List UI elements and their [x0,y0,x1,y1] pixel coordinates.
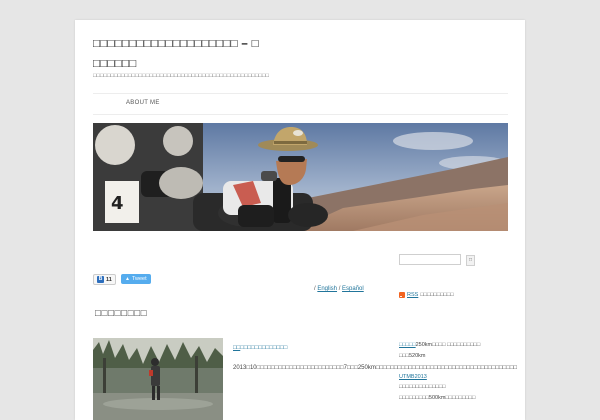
recent-post-rest: □□□□□□□□□□□□□□ [399,384,446,390]
recent-post-item[interactable]: UTMB2013 [399,374,427,380]
recent-post-item[interactable]: □□□□□250km□□□□ □□□□□□□□□□ [399,342,480,348]
hatena-count: 11 [106,276,112,283]
recent-post-prefix: □□□□□ [399,342,416,348]
site-description: □□□□□□□□□□□□□□□□□□□□□□□□□□□□□□□□□□□□□□□□… [93,73,270,79]
tweet-button[interactable]: ▲ Tweet [121,274,151,284]
language-switcher: / English / Español [314,286,364,292]
hatena-bookmark-button[interactable]: B 11 [93,274,116,285]
svg-text:4: 4 [111,193,124,214]
recent-post-item[interactable]: □□□□□□□□□□□□□□ [399,384,446,390]
rss-rest: □□□□□□□□□□ [420,292,454,298]
search-button[interactable]: □ [466,255,475,266]
search-input[interactable] [399,254,461,265]
site-title[interactable]: □□□□□□□□□□□□□□□□□□□□ – □ □□□□□□ [93,34,263,74]
tweet-label: Tweet [131,276,147,282]
recent-post-rest: 250km□□□□ □□□□□□□□□□ [415,342,481,348]
recent-post-item[interactable]: □□□520km [399,353,425,359]
lang-separator: / [338,286,341,292]
section-title: □□□□□□□□ [95,308,148,319]
nav-item-about-me[interactable]: ABOUT ME [126,100,160,106]
post-title-rest: □□□□□□□□□□□□□ [240,345,288,351]
recent-post-rest: □□□520km [399,353,426,359]
post-excerpt: 2013□10□□□□□□□□□□□□□□□□□□□□□□□□7□□□250km… [233,365,518,371]
lang-english-link[interactable]: English [317,286,337,292]
lang-separator: / [314,286,316,292]
post-thumbnail[interactable] [93,338,223,420]
main-navigation: ABOUT ME [93,93,508,115]
rss-subscribe-link[interactable]: RSS □□□□□□□□□□ [399,292,454,298]
rss-prefix: RSS [407,292,419,298]
rss-icon [399,292,405,298]
recent-post-prefix: UTMB2013 [399,374,427,380]
recent-post-item[interactable]: □□□□□□□□□500km□□□□□□□□□ [399,395,475,401]
lang-spanish-link[interactable]: Español [342,286,364,292]
hatena-b-icon: B [97,276,104,283]
post-title-link[interactable]: □□□□□□□□□□□□□□□ [233,345,287,351]
recent-post-rest: □□□□□□□□□500km□□□□□□□□□ [399,395,476,401]
twitter-bird-icon: ▲ [125,276,130,282]
header-image: 4 [93,123,508,231]
page-container: □□□□□□□□□□□□□□□□□□□□ – □ □□□□□□ □□□□□□□□… [75,20,525,420]
